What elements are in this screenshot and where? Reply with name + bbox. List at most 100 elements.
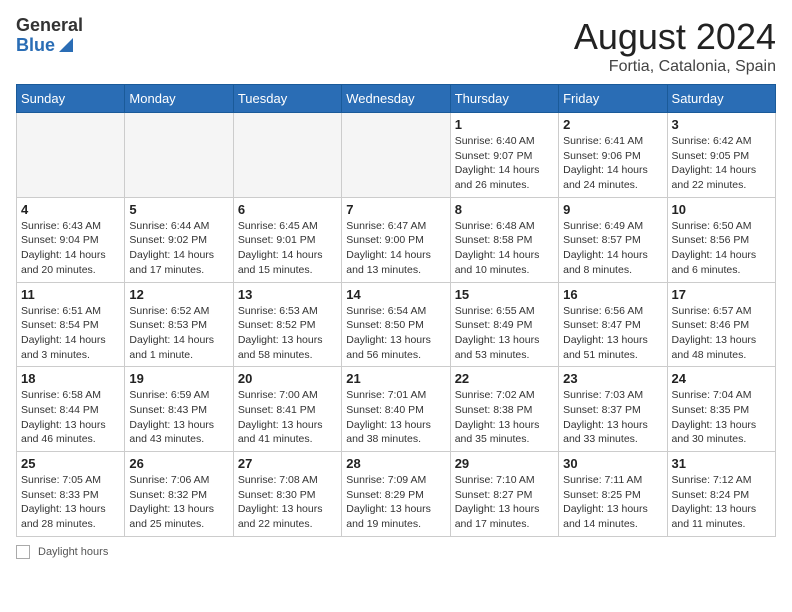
day-info: Sunrise: 6:51 AM Sunset: 8:54 PM Dayligh… [21, 304, 120, 363]
day-header-tuesday: Tuesday [233, 85, 341, 113]
day-info: Sunrise: 6:41 AM Sunset: 9:06 PM Dayligh… [563, 134, 662, 193]
day-number: 18 [21, 371, 120, 386]
day-info: Sunrise: 7:01 AM Sunset: 8:40 PM Dayligh… [346, 388, 445, 447]
day-info: Sunrise: 6:42 AM Sunset: 9:05 PM Dayligh… [672, 134, 771, 193]
calendar-cell: 26Sunrise: 7:06 AM Sunset: 8:32 PM Dayli… [125, 452, 233, 537]
day-info: Sunrise: 7:08 AM Sunset: 8:30 PM Dayligh… [238, 473, 337, 532]
calendar-cell: 10 Sunrise: 6:50 AM Sunset: 8:56 PM Dayli… [667, 197, 775, 282]
day-header-saturday: Saturday [667, 85, 775, 113]
day-header-wednesday: Wednesday [342, 85, 450, 113]
footer: Daylight hours [16, 545, 776, 559]
calendar-cell: 16 Sunrise: 6:56 AM Sunset: 8:47 PM Dayli… [559, 282, 667, 367]
day-number: 16 [563, 287, 662, 302]
calendar-week-1: 1 Sunrise: 6:40 AM Sunset: 9:07 PM Daylig… [17, 113, 776, 198]
calendar-week-5: 25 Sunrise: 7:05 AM Sunset: 8:33 PM Dayli… [17, 452, 776, 537]
calendar-cell: 2Sunrise: 6:41 AM Sunset: 9:06 PM Daylig… [559, 113, 667, 198]
calendar-cell: 12Sunrise: 6:52 AM Sunset: 8:53 PM Dayli… [125, 282, 233, 367]
calendar-cell: 15Sunrise: 6:55 AM Sunset: 8:49 PM Dayli… [450, 282, 558, 367]
title-block: August 2024 Fortia, Catalonia, Spain [574, 16, 776, 76]
day-info: Sunrise: 7:12 AM Sunset: 8:24 PM Dayligh… [672, 473, 771, 532]
day-info: Sunrise: 7:10 AM Sunset: 8:27 PM Dayligh… [455, 473, 554, 532]
day-number: 17 [672, 287, 771, 302]
day-number: 23 [563, 371, 662, 386]
day-info: Sunrise: 7:00 AM Sunset: 8:41 PM Dayligh… [238, 388, 337, 447]
calendar-cell: 25 Sunrise: 7:05 AM Sunset: 8:33 PM Dayli… [17, 452, 125, 537]
calendar-table: SundayMondayTuesdayWednesdayThursdayFrid… [16, 84, 776, 537]
day-info: Sunrise: 7:05 AM Sunset: 8:33 PM Dayligh… [21, 473, 120, 532]
calendar-cell: 11 Sunrise: 6:51 AM Sunset: 8:54 PM Dayli… [17, 282, 125, 367]
day-info: Sunrise: 6:40 AM Sunset: 9:07 PM Dayligh… [455, 134, 554, 193]
day-number: 3 [672, 117, 771, 132]
day-number: 21 [346, 371, 445, 386]
calendar-cell: 14Sunrise: 6:54 AM Sunset: 8:50 PM Dayli… [342, 282, 450, 367]
calendar-cell: 19 Sunrise: 6:59 AM Sunset: 8:43 PM Dayli… [125, 367, 233, 452]
calendar-cell: 9 Sunrise: 6:49 AM Sunset: 8:57 PM Daylig… [559, 197, 667, 282]
calendar-cell: 20 Sunrise: 7:00 AM Sunset: 8:41 PM Dayli… [233, 367, 341, 452]
day-number: 25 [21, 456, 120, 471]
day-number: 20 [238, 371, 337, 386]
day-number: 24 [672, 371, 771, 386]
day-header-sunday: Sunday [17, 85, 125, 113]
day-info: Sunrise: 6:44 AM Sunset: 9:02 PM Dayligh… [129, 219, 228, 278]
day-number: 22 [455, 371, 554, 386]
day-info: Sunrise: 7:09 AM Sunset: 8:29 PM Dayligh… [346, 473, 445, 532]
day-info: Sunrise: 6:45 AM Sunset: 9:01 PM Dayligh… [238, 219, 337, 278]
logo-triangle-icon [57, 36, 75, 54]
calendar-cell: 13 Sunrise: 6:53 AM Sunset: 8:52 PM Dayli… [233, 282, 341, 367]
calendar-cell: 21 Sunrise: 7:01 AM Sunset: 8:40 PM Dayli… [342, 367, 450, 452]
daylight-label: Daylight hours [38, 546, 108, 558]
calendar-cell: 28 Sunrise: 7:09 AM Sunset: 8:29 PM Dayli… [342, 452, 450, 537]
calendar-cell: 31 Sunrise: 7:12 AM Sunset: 8:24 PM Dayli… [667, 452, 775, 537]
day-info: Sunrise: 6:55 AM Sunset: 8:49 PM Dayligh… [455, 304, 554, 363]
day-number: 27 [238, 456, 337, 471]
day-number: 14 [346, 287, 445, 302]
day-info: Sunrise: 6:56 AM Sunset: 8:47 PM Dayligh… [563, 304, 662, 363]
day-number: 11 [21, 287, 120, 302]
logo-general: General [16, 16, 83, 36]
day-number: 1 [455, 117, 554, 132]
day-info: Sunrise: 6:49 AM Sunset: 8:57 PM Dayligh… [563, 219, 662, 278]
day-info: Sunrise: 6:50 AM Sunset: 8:56 PM Dayligh… [672, 219, 771, 278]
day-info: Sunrise: 7:04 AM Sunset: 8:35 PM Dayligh… [672, 388, 771, 447]
day-number: 29 [455, 456, 554, 471]
day-number: 9 [563, 202, 662, 217]
day-number: 26 [129, 456, 228, 471]
month-year-title: August 2024 [574, 16, 776, 58]
calendar-cell: 3 Sunrise: 6:42 AM Sunset: 9:05 PM Daylig… [667, 113, 775, 198]
calendar-cell: 4 Sunrise: 6:43 AM Sunset: 9:04 PM Daylig… [17, 197, 125, 282]
day-number: 28 [346, 456, 445, 471]
day-info: Sunrise: 6:59 AM Sunset: 8:43 PM Dayligh… [129, 388, 228, 447]
calendar-cell [342, 113, 450, 198]
day-number: 19 [129, 371, 228, 386]
calendar-cell: 30Sunrise: 7:11 AM Sunset: 8:25 PM Dayli… [559, 452, 667, 537]
calendar-cell: 5Sunrise: 6:44 AM Sunset: 9:02 PM Daylig… [125, 197, 233, 282]
day-header-friday: Friday [559, 85, 667, 113]
logo: General Blue [16, 16, 83, 56]
calendar-header-row: SundayMondayTuesdayWednesdayThursdayFrid… [17, 85, 776, 113]
calendar-cell [233, 113, 341, 198]
calendar-week-3: 11 Sunrise: 6:51 AM Sunset: 8:54 PM Dayli… [17, 282, 776, 367]
day-number: 4 [21, 202, 120, 217]
day-number: 6 [238, 202, 337, 217]
day-info: Sunrise: 6:43 AM Sunset: 9:04 PM Dayligh… [21, 219, 120, 278]
calendar-cell: 17Sunrise: 6:57 AM Sunset: 8:46 PM Dayli… [667, 282, 775, 367]
day-info: Sunrise: 6:53 AM Sunset: 8:52 PM Dayligh… [238, 304, 337, 363]
calendar-cell: 18Sunrise: 6:58 AM Sunset: 8:44 PM Dayli… [17, 367, 125, 452]
day-number: 13 [238, 287, 337, 302]
day-info: Sunrise: 7:03 AM Sunset: 8:37 PM Dayligh… [563, 388, 662, 447]
day-number: 8 [455, 202, 554, 217]
calendar-week-4: 18Sunrise: 6:58 AM Sunset: 8:44 PM Dayli… [17, 367, 776, 452]
calendar-cell: 7Sunrise: 6:47 AM Sunset: 9:00 PM Daylig… [342, 197, 450, 282]
day-info: Sunrise: 6:52 AM Sunset: 8:53 PM Dayligh… [129, 304, 228, 363]
calendar-cell: 24 Sunrise: 7:04 AM Sunset: 8:35 PM Dayli… [667, 367, 775, 452]
location-subtitle: Fortia, Catalonia, Spain [574, 58, 776, 76]
day-info: Sunrise: 6:47 AM Sunset: 9:00 PM Dayligh… [346, 219, 445, 278]
calendar-week-2: 4 Sunrise: 6:43 AM Sunset: 9:04 PM Daylig… [17, 197, 776, 282]
daylight-color-box [16, 545, 30, 559]
day-number: 30 [563, 456, 662, 471]
day-number: 10 [672, 202, 771, 217]
day-info: Sunrise: 7:02 AM Sunset: 8:38 PM Dayligh… [455, 388, 554, 447]
day-number: 31 [672, 456, 771, 471]
day-header-monday: Monday [125, 85, 233, 113]
page-header: General Blue August 2024 Fortia, Catalon… [16, 16, 776, 76]
